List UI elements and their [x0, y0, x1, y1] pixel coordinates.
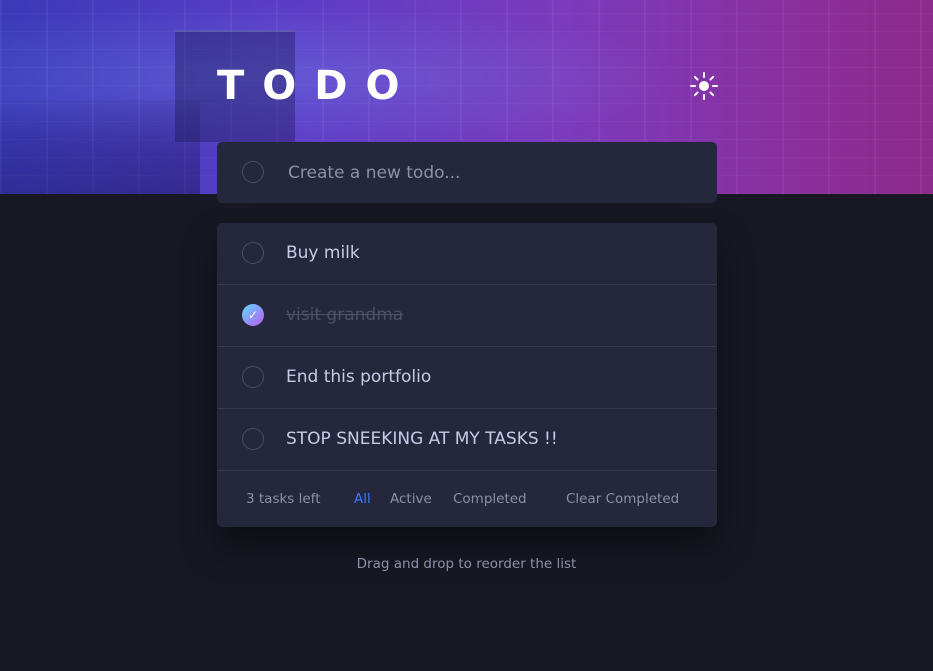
todo-checkbox[interactable] [242, 428, 264, 450]
filter-completed-button[interactable]: Completed [453, 491, 527, 507]
theme-toggle-button[interactable] [688, 70, 720, 102]
clear-completed-button[interactable]: Clear Completed [566, 491, 679, 507]
todo-text: STOP SNEEKING AT MY TASKS !! [286, 429, 558, 449]
todo-item[interactable]: ✓ visit grandma [217, 285, 717, 347]
filter-all-button[interactable]: All [354, 491, 371, 507]
list-footer: 3 tasks left All Active Completed Clear … [217, 471, 717, 527]
todo-checkbox[interactable] [242, 242, 264, 264]
todo-text: visit grandma [286, 305, 404, 325]
todo-checkbox-checked[interactable]: ✓ [242, 304, 264, 326]
todo-item[interactable]: End this portfolio [217, 347, 717, 409]
app-title: TODO [217, 63, 418, 109]
reorder-hint: Drag and drop to reorder the list [356, 556, 577, 572]
todo-checkbox[interactable] [242, 366, 264, 388]
todo-item[interactable]: STOP SNEEKING AT MY TASKS !! [217, 409, 717, 471]
sun-icon [690, 72, 718, 100]
background-railing [0, 100, 200, 194]
new-todo-circle [242, 161, 264, 183]
todo-text: Buy milk [286, 243, 360, 263]
items-left-count: 3 tasks left [246, 491, 321, 507]
todo-list: Buy milk ✓ visit grandma End this portfo… [217, 223, 717, 527]
todo-text: End this portfolio [286, 367, 432, 387]
new-todo-input[interactable] [286, 156, 690, 190]
new-todo-card [217, 142, 717, 203]
check-icon: ✓ [247, 308, 259, 322]
todo-item[interactable]: Buy milk [217, 223, 717, 285]
filter-active-button[interactable]: Active [390, 491, 432, 507]
